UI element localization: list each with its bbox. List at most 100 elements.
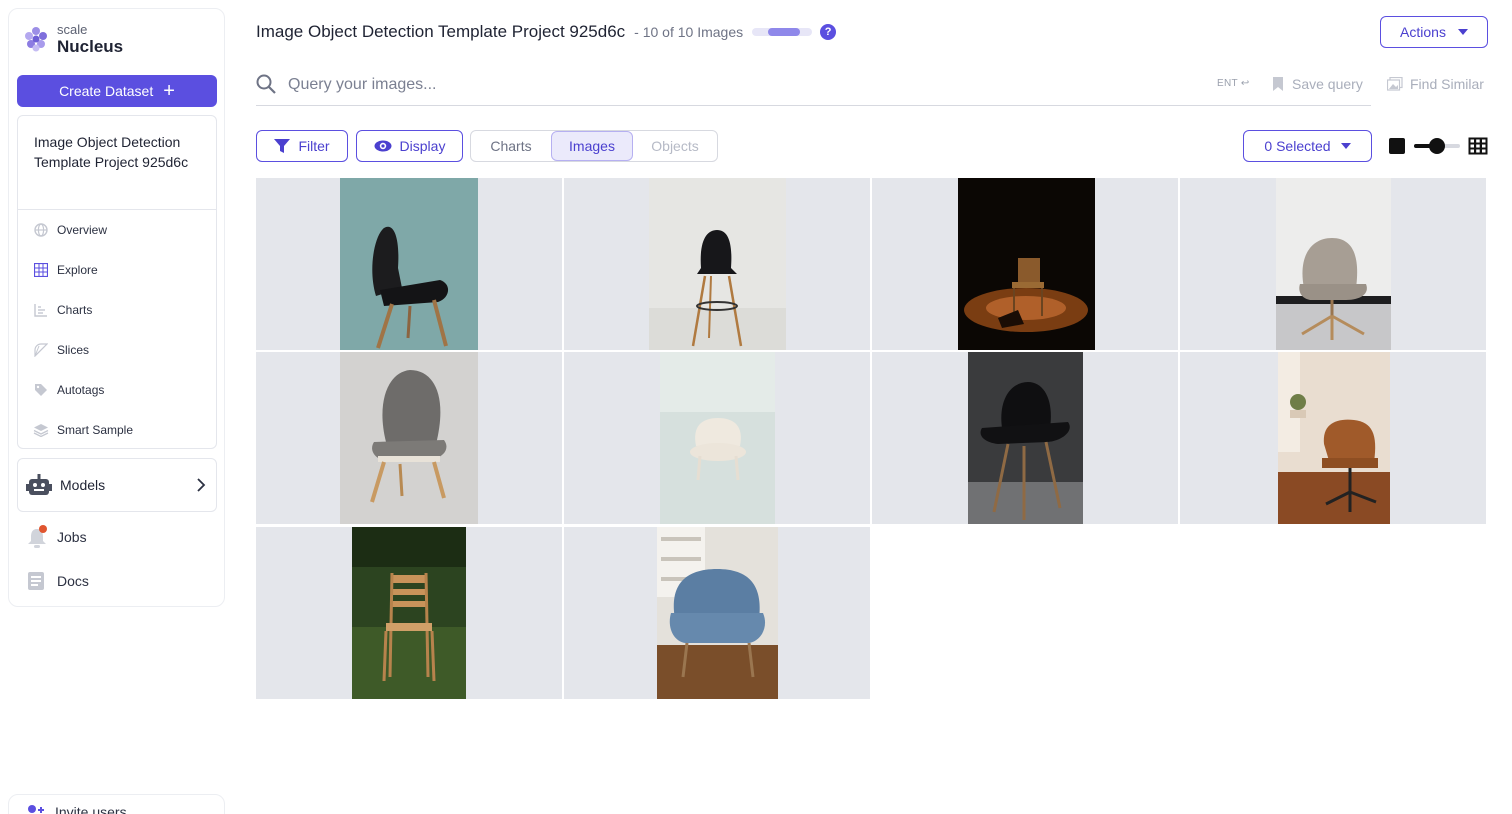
nav-label: Autotags <box>57 383 105 397</box>
image-thumbnail <box>968 352 1083 524</box>
add-user-icon <box>28 805 44 813</box>
models-button[interactable]: Models <box>17 458 217 512</box>
image-thumbnail <box>958 178 1095 350</box>
image-tile[interactable] <box>256 352 562 524</box>
docs-link[interactable]: Docs <box>27 571 89 591</box>
loading-progress <box>752 28 813 36</box>
slider-handle[interactable] <box>1429 138 1445 154</box>
caret-down-icon <box>1457 29 1468 35</box>
plus-icon: + <box>163 80 175 102</box>
eye-icon <box>374 140 392 152</box>
models-label: Models <box>60 477 106 493</box>
filter-label: Filter <box>298 138 330 154</box>
save-query-button[interactable]: Save query <box>1272 76 1363 92</box>
search-icon <box>256 74 276 94</box>
nav-item-charts[interactable]: Charts <box>18 290 216 330</box>
image-tile[interactable] <box>256 527 562 699</box>
header: Image Object Detection Template Project … <box>256 20 837 44</box>
page-title: Image Object Detection Template Project … <box>256 22 626 41</box>
search-input[interactable] <box>288 74 1188 96</box>
project-title: Image Object Detection Template Project … <box>18 116 216 210</box>
image-thumbnail <box>660 352 775 524</box>
image-thumbnail <box>340 178 478 350</box>
image-count: - 10 of 10 Images <box>634 24 744 40</box>
filter-icon <box>274 139 291 153</box>
images-icon <box>1387 77 1403 91</box>
display-button[interactable]: Display <box>356 130 463 162</box>
image-tile[interactable] <box>1180 178 1486 350</box>
create-dataset-button[interactable]: Create Dataset + <box>17 75 217 107</box>
nav-label: Smart Sample <box>57 423 134 437</box>
search-bar: ENT ↩ Save query <box>256 68 1371 106</box>
help-icon[interactable]: ? <box>820 24 837 40</box>
jobs-label: Jobs <box>57 529 87 545</box>
enter-hint: ENT ↩ <box>1217 78 1250 89</box>
progress-fill <box>768 28 801 36</box>
size-slider[interactable] <box>1414 138 1460 154</box>
actions-label: Actions <box>1400 24 1446 40</box>
invite-users-button[interactable]: Invite users <box>8 794 225 814</box>
image-tile[interactable] <box>564 178 870 350</box>
actions-button[interactable]: Actions <box>1380 16 1488 48</box>
image-tile[interactable] <box>872 178 1178 350</box>
brand[interactable]: scale Nucleus <box>23 23 123 55</box>
find-similar-button[interactable]: Find Similar <box>1387 76 1484 92</box>
nav-label: Overview <box>57 223 108 237</box>
image-tile[interactable] <box>872 352 1178 524</box>
globe-icon <box>33 222 49 238</box>
invite-label: Invite users <box>55 804 127 814</box>
enter-hint-text: ENT <box>1217 78 1238 89</box>
enter-icon: ↩ <box>1240 78 1250 89</box>
nav-label: Explore <box>57 263 98 277</box>
selected-dropdown[interactable]: 0 Selected <box>1243 130 1372 162</box>
image-tile[interactable] <box>1180 352 1486 524</box>
bookmark-icon <box>1273 77 1283 91</box>
display-label: Display <box>399 138 446 154</box>
image-thumbnail <box>649 178 786 350</box>
image-tile[interactable] <box>256 178 562 350</box>
slices-icon <box>33 342 49 358</box>
notification-dot <box>39 525 47 533</box>
chevron-right-icon <box>197 478 206 492</box>
image-tile[interactable] <box>564 527 870 699</box>
tab-charts[interactable]: Charts <box>471 131 551 161</box>
nucleus-logo-icon <box>25 27 47 52</box>
bell-icon <box>27 525 47 548</box>
nav-item-autotags[interactable]: Autotags <box>18 370 216 410</box>
jobs-link[interactable]: Jobs <box>27 525 87 548</box>
brand-nucleus: Nucleus <box>57 37 124 56</box>
brand-scale: scale <box>57 22 88 37</box>
bar-chart-icon <box>33 302 49 318</box>
docs-label: Docs <box>57 573 89 589</box>
layers-icon <box>33 422 49 438</box>
image-thumbnail <box>340 352 478 524</box>
robot-icon <box>26 474 52 495</box>
tab-images[interactable]: Images <box>551 131 633 161</box>
create-dataset-label: Create Dataset <box>59 83 154 99</box>
sidebar: scale Nucleus Create Dataset + Image Obj… <box>8 8 225 607</box>
image-tile[interactable] <box>564 352 870 524</box>
nav-item-slices[interactable]: Slices <box>18 330 216 370</box>
image-thumbnail <box>1276 178 1391 350</box>
find-similar-label: Find Similar <box>1410 76 1484 92</box>
thumbnail-size-control <box>1389 137 1489 155</box>
large-thumbnail-icon[interactable] <box>1389 138 1405 154</box>
nav-item-smart-sample[interactable]: Smart Sample <box>18 410 216 450</box>
caret-down-icon <box>1340 143 1351 149</box>
image-thumbnail <box>657 527 778 699</box>
image-thumbnail <box>352 527 466 699</box>
nav-item-overview[interactable]: Overview <box>18 210 216 250</box>
filter-button[interactable]: Filter <box>256 130 348 162</box>
small-thumbnail-grid-icon[interactable] <box>1468 137 1488 155</box>
grid-icon <box>33 262 49 278</box>
tab-objects[interactable]: Objects <box>633 131 717 161</box>
tag-icon <box>33 382 49 398</box>
nav-label: Slices <box>57 343 90 357</box>
selected-label: 0 Selected <box>1264 138 1331 154</box>
nav-item-explore[interactable]: Explore <box>18 250 216 290</box>
image-thumbnail <box>1278 352 1390 524</box>
project-card: Image Object Detection Template Project … <box>17 115 217 449</box>
nav-label: Charts <box>57 303 93 317</box>
view-tabs: Charts Images Objects <box>470 130 718 162</box>
save-query-label: Save query <box>1292 76 1363 92</box>
